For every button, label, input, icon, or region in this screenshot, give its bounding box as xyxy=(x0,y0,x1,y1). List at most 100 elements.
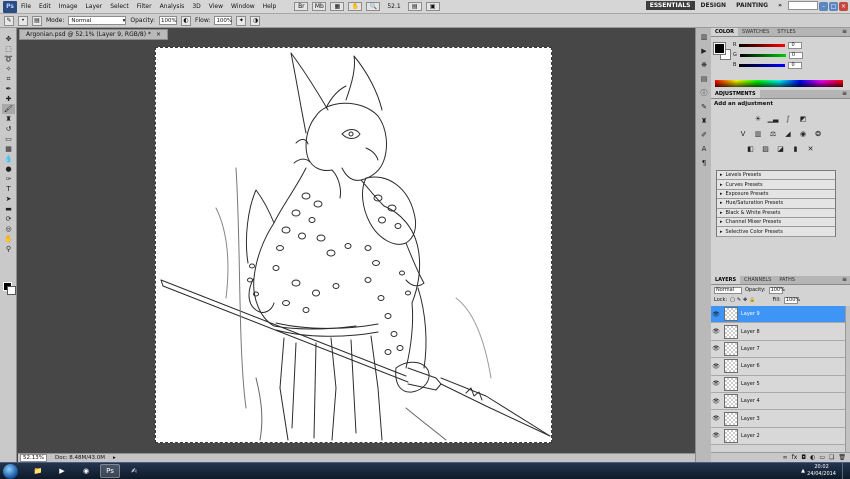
tray-expand-icon[interactable]: ▲ xyxy=(801,468,805,474)
adjustment-layer-icon[interactable]: ◐ xyxy=(810,454,815,461)
3d-orbit-tool-icon[interactable]: ◎ xyxy=(2,224,15,234)
marquee-tool-icon[interactable]: ⬚ xyxy=(2,44,15,54)
green-value-field[interactable]: 0 xyxy=(788,51,803,59)
levels-icon[interactable]: ▁▃ xyxy=(768,114,779,124)
brush-size-icon[interactable]: • xyxy=(18,15,28,26)
character-panel-icon[interactable]: A xyxy=(698,143,710,154)
type-tool-icon[interactable]: T xyxy=(2,184,15,194)
mode-select[interactable]: Normal ▾ xyxy=(68,16,127,25)
brush-tool-icon[interactable]: 🖌 xyxy=(2,104,15,114)
tab-styles[interactable]: STYLES xyxy=(773,28,799,36)
menu-file[interactable]: File xyxy=(17,3,35,10)
flow-field[interactable]: 100% xyxy=(214,16,233,25)
preset-item[interactable]: ▸ Selective Color Presets xyxy=(717,227,835,237)
tab-adjustments[interactable]: ADJUSTMENTS xyxy=(711,90,760,98)
eye-icon[interactable]: 👁 xyxy=(711,432,721,439)
eye-icon[interactable]: 👁 xyxy=(711,311,721,318)
shape-tool-icon[interactable]: ▬ xyxy=(2,204,15,214)
blue-slider[interactable] xyxy=(739,63,786,67)
explorer-taskbar-icon[interactable]: 📁 xyxy=(28,464,48,478)
actions-panel-icon[interactable]: ▶ xyxy=(698,45,710,56)
new-layer-icon[interactable]: ❏ xyxy=(829,454,834,461)
tab-color[interactable]: COLOR xyxy=(711,28,739,36)
selective-color-icon[interactable]: ✕ xyxy=(806,144,816,154)
link-layers-icon[interactable]: ∞ xyxy=(783,454,788,461)
layer-row[interactable]: 👁 Layer 4 xyxy=(711,392,845,411)
blue-value-field[interactable]: 0 xyxy=(788,61,803,69)
lock-pixels-icon[interactable]: ✎ xyxy=(737,297,741,303)
crop-tool-icon[interactable]: ⌗ xyxy=(2,74,15,84)
invert-icon[interactable]: ◧ xyxy=(746,144,756,154)
photoshop-taskbar-icon[interactable]: Ps xyxy=(100,464,120,478)
preset-item[interactable]: ▸ Channel Mixer Presets xyxy=(717,218,835,228)
menu-image[interactable]: Image xyxy=(55,3,82,10)
eyedropper-tool-icon[interactable]: ✒ xyxy=(2,84,15,94)
more-workspaces-button[interactable]: » xyxy=(774,1,786,10)
layer-row[interactable]: 👁 Layer 5 xyxy=(711,375,845,393)
new-group-icon[interactable]: ▭ xyxy=(819,454,825,461)
menu-select[interactable]: Select xyxy=(106,3,133,10)
quick-selection-tool-icon[interactable]: ✧ xyxy=(2,64,15,74)
trash-icon[interactable]: 🗑 xyxy=(838,454,846,461)
eraser-tool-icon[interactable]: ▭ xyxy=(2,134,15,144)
clone-source-panel-icon[interactable]: ♜ xyxy=(698,115,710,126)
tab-swatches[interactable]: SWATCHES xyxy=(738,28,773,36)
menu-view[interactable]: View xyxy=(205,3,227,10)
workspace-essentials[interactable]: ESSENTIALS xyxy=(645,1,695,10)
layer-opacity-field[interactable]: 100% xyxy=(768,286,785,294)
curves-icon[interactable]: ∫ xyxy=(783,114,793,124)
layer-row[interactable]: 👁 Layer 9 xyxy=(711,306,845,324)
brush-panel-icon[interactable]: ▤ xyxy=(32,15,42,26)
path-selection-tool-icon[interactable]: ➤ xyxy=(2,194,15,204)
preset-item[interactable]: ▸ Black & White Presets xyxy=(717,209,835,218)
hue-saturation-icon[interactable]: ▥ xyxy=(753,129,763,139)
brightness-contrast-icon[interactable]: ☀ xyxy=(753,114,763,124)
media-player-taskbar-icon[interactable]: ▶ xyxy=(52,464,72,478)
dodge-tool-icon[interactable]: ● xyxy=(2,164,15,174)
gradient-map-icon[interactable]: ▮ xyxy=(791,144,801,154)
vibrance-icon[interactable]: V xyxy=(738,129,748,139)
zoom-tool-icon[interactable]: 🔍 xyxy=(366,2,381,11)
move-tool-icon[interactable]: ✥ xyxy=(2,34,15,44)
close-icon[interactable]: × xyxy=(839,2,848,11)
tab-layers[interactable]: LAYERS xyxy=(711,276,741,284)
threshold-icon[interactable]: ◪ xyxy=(776,144,786,154)
preset-item[interactable]: ▸ Levels Presets xyxy=(717,171,835,181)
tablet-settings-taskbar-icon[interactable]: ✍ xyxy=(124,464,144,478)
eye-icon[interactable]: 👁 xyxy=(711,380,721,387)
tab-paths[interactable]: PATHS xyxy=(775,276,799,284)
3d-rotate-tool-icon[interactable]: ⟳ xyxy=(2,214,15,224)
preset-item[interactable]: ▸ Hue/Saturation Presets xyxy=(717,199,835,209)
menu-help[interactable]: Help xyxy=(259,3,281,10)
layer-row[interactable]: 👁 Layer 2 xyxy=(711,427,845,446)
layer-row[interactable]: 👁 Layer 8 xyxy=(711,323,845,341)
menu-analysis[interactable]: Analysis xyxy=(156,3,189,10)
menu-layer[interactable]: Layer xyxy=(81,3,106,10)
layer-row[interactable]: 👁 Layer 3 xyxy=(711,410,845,428)
adjustments-menu-icon[interactable]: ≡ xyxy=(842,90,847,97)
color-balance-icon[interactable]: ⚖ xyxy=(768,129,778,139)
tab-channels[interactable]: CHANNELS xyxy=(740,276,775,284)
blend-mode-select[interactable]: Normal xyxy=(714,286,742,294)
fill-field[interactable]: 100% xyxy=(783,296,800,304)
panel-menu-icon[interactable]: ≡ xyxy=(842,28,847,35)
lock-all-icon[interactable]: 🔒 xyxy=(749,297,755,303)
layer-row[interactable]: 👁 Layer 7 xyxy=(711,340,845,359)
red-value-field[interactable]: 0 xyxy=(788,41,803,49)
brush-preset-icon[interactable]: ✎ xyxy=(4,15,14,26)
status-arrow-icon[interactable]: ▸ xyxy=(113,455,116,461)
layer-style-icon[interactable]: fx xyxy=(792,454,798,461)
gradient-tool-icon[interactable]: ▦ xyxy=(2,144,15,154)
menu-filter[interactable]: Filter xyxy=(133,3,156,10)
exposure-icon[interactable]: ◩ xyxy=(798,114,808,124)
preset-item[interactable]: ▸ Curves Presets xyxy=(717,180,835,190)
photo-filter-icon[interactable]: ◉ xyxy=(798,129,808,139)
document-tab[interactable]: Argonian.psd @ 52.1% (Layer 9, RGB/8) * … xyxy=(19,29,168,40)
show-desktop-button[interactable] xyxy=(842,463,850,479)
layer-mask-icon[interactable]: ◘ xyxy=(801,454,806,461)
lasso-tool-icon[interactable]: ➰ xyxy=(2,54,15,64)
menu-edit[interactable]: Edit xyxy=(35,3,55,10)
restore-icon[interactable]: □ xyxy=(829,2,838,11)
layer-row[interactable]: 👁 Layer 6 xyxy=(711,358,845,376)
hand-tool-icon[interactable]: ✋ xyxy=(2,234,15,244)
